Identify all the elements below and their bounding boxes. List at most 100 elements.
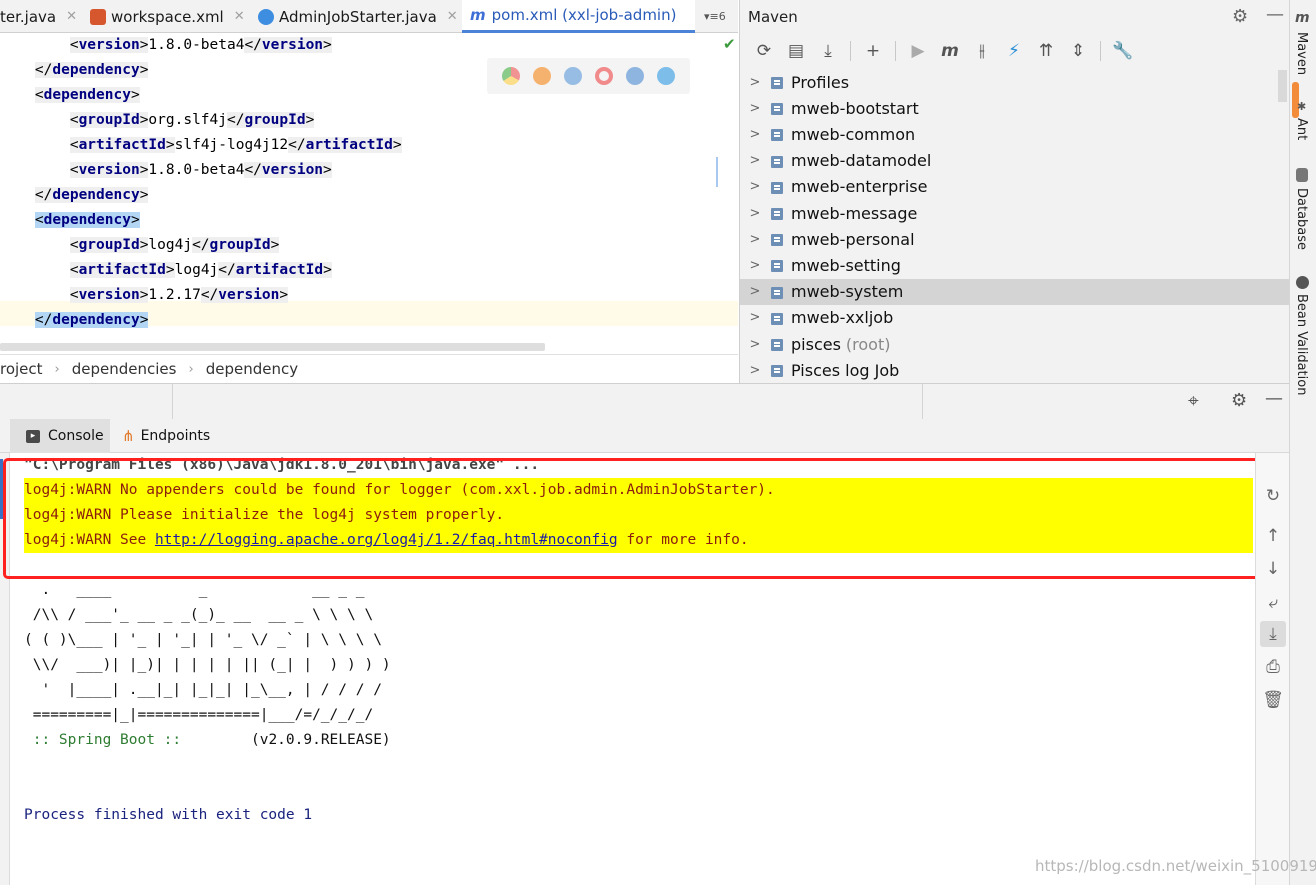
- maven-tree-label: mweb-system: [791, 282, 904, 302]
- download-icon[interactable]: ⤓: [814, 37, 842, 65]
- maven-module-icon: [770, 336, 786, 352]
- tab-starter-java[interactable]: ter.java ✕: [0, 0, 82, 33]
- minimize-icon[interactable]: —: [1266, 4, 1284, 25]
- maven-tree-item[interactable]: > mweb-system: [740, 278, 1290, 305]
- firefox-icon[interactable]: [532, 67, 551, 85]
- breadcrumb-item[interactable]: roject: [0, 360, 43, 378]
- close-icon[interactable]: ✕: [447, 9, 458, 24]
- maven-tree-item[interactable]: > Pisces log Job: [740, 357, 1290, 383]
- tab-endpoints[interactable]: ⋔ Endpoints: [114, 419, 224, 453]
- maven-tree-item[interactable]: > Profiles: [740, 69, 1290, 95]
- chevron-right-icon[interactable]: >: [740, 101, 770, 116]
- close-icon[interactable]: ✕: [66, 9, 77, 24]
- scroll-marker: [716, 157, 718, 187]
- code-line: <version>1.8.0-beta4</version>: [69, 37, 332, 53]
- chevron-right-icon[interactable]: >: [740, 284, 770, 299]
- chevron-right-icon[interactable]: >: [740, 127, 770, 142]
- banner-line: =========|_|==============|___/=/_/_/_/: [24, 707, 374, 723]
- chevron-right-icon[interactable]: >: [740, 179, 770, 194]
- strip-bean-validation[interactable]: Bean Validation: [1294, 294, 1309, 395]
- breadcrumb-item[interactable]: dependency: [206, 360, 298, 378]
- maven-tree-item[interactable]: > mweb-datamodel: [740, 148, 1290, 174]
- strip-maven[interactable]: Maven: [1294, 32, 1309, 75]
- horizontal-scrollbar[interactable]: [0, 343, 545, 351]
- maven-tree-item[interactable]: > mweb-xxljob: [740, 305, 1290, 331]
- reload-icon[interactable]: ⟳: [750, 37, 778, 65]
- chevron-right-icon[interactable]: >: [740, 75, 770, 90]
- toolbar-divider: [1100, 40, 1101, 61]
- collapse-all-icon[interactable]: ⇕: [1064, 37, 1092, 65]
- minimize-icon[interactable]: —: [1265, 388, 1283, 409]
- maven-tree-item[interactable]: > mweb-message: [740, 200, 1290, 226]
- breadcrumb-item[interactable]: dependencies: [72, 360, 177, 378]
- safari-icon[interactable]: [563, 67, 582, 85]
- chevron-right-icon[interactable]: >: [740, 310, 770, 325]
- toggle-offline-icon[interactable]: ⫲: [968, 37, 996, 65]
- soft-wrap-icon[interactable]: ⤶: [1260, 590, 1286, 616]
- rerun-icon[interactable]: ↻: [1260, 483, 1286, 509]
- close-icon[interactable]: ✕: [234, 9, 245, 24]
- tree-scrollbar[interactable]: [1278, 70, 1287, 102]
- chevron-right-icon[interactable]: >: [740, 337, 770, 352]
- tab-overflow-button[interactable]: ▾≡ 6: [704, 0, 738, 33]
- maven-tree-item[interactable]: > mweb-common: [740, 121, 1290, 147]
- maven-tree-item[interactable]: > mweb-personal: [740, 226, 1290, 252]
- maven-tree-label: Pisces log Job: [791, 360, 900, 380]
- show-dependencies-icon[interactable]: ⇈: [1032, 37, 1060, 65]
- maven-module-icon: [770, 179, 786, 195]
- trash-icon[interactable]: 🗑: [1260, 687, 1286, 713]
- down-arrow-icon[interactable]: ↓: [1260, 556, 1286, 582]
- tab-console[interactable]: ▸ Console: [10, 419, 110, 453]
- maven-module-icon: [770, 284, 786, 300]
- strip-database[interactable]: Database: [1294, 188, 1309, 250]
- banner-line: ( ( )\___ | '_ | '_| | '_ \/ _` | \ \ \ …: [24, 632, 382, 648]
- ie-icon[interactable]: [626, 67, 645, 85]
- header-divider: [922, 384, 923, 419]
- edge-icon[interactable]: [657, 67, 676, 85]
- maven-module-icon: [770, 126, 786, 142]
- chevron-right-icon[interactable]: >: [740, 258, 770, 273]
- maven-tree-label: Profiles: [791, 72, 850, 92]
- chevron-right-icon[interactable]: >: [740, 153, 770, 168]
- chevron-right-icon[interactable]: >: [740, 206, 770, 221]
- execute-goal-icon[interactable]: m: [936, 37, 964, 65]
- maven-tree-item[interactable]: > mweb-setting: [740, 252, 1290, 278]
- maven-tree-label: mweb-datamodel: [791, 151, 932, 171]
- chrome-icon[interactable]: [501, 67, 520, 85]
- tab-workspace-xml[interactable]: workspace.xml ✕: [90, 0, 250, 33]
- wrench-icon[interactable]: 🔧: [1109, 37, 1137, 65]
- maven-tree-label: mweb-bootstart: [791, 98, 919, 118]
- crosshair-icon[interactable]: ⌖: [1188, 390, 1199, 412]
- toolbar-divider: [895, 40, 896, 61]
- gear-icon[interactable]: ⚙: [1232, 6, 1248, 27]
- print-icon[interactable]: ⎙: [1260, 654, 1286, 680]
- editor-tab-bar: ter.java ✕ workspace.xml ✕ AdminJobStarter…: [0, 0, 738, 33]
- tab-adminjobstarter-java[interactable]: AdminJobStarter.java ✕: [258, 0, 458, 33]
- maven-tree-item[interactable]: > mweb-enterprise: [740, 174, 1290, 200]
- strip-ant[interactable]: Ant: [1294, 118, 1309, 140]
- generate-sources-icon[interactable]: ▤: [782, 37, 810, 65]
- maven-tree-label: pisces: [791, 334, 841, 354]
- maven-tree-label: mweb-xxljob: [791, 308, 894, 328]
- code-line: </dependency>: [34, 62, 149, 78]
- gear-icon[interactable]: ⚙: [1231, 390, 1247, 411]
- skip-tests-icon[interactable]: ⚡: [1000, 37, 1028, 65]
- maven-tree-label: mweb-setting: [791, 255, 901, 275]
- opera-icon[interactable]: [595, 67, 614, 85]
- run-window-header: ⌖ ⚙ —: [0, 383, 1289, 419]
- maven-tree-item[interactable]: > mweb-bootstart: [740, 95, 1290, 121]
- code-line: <dependency>: [34, 212, 140, 228]
- tab-pom-xml[interactable]: m pom.xml (xxl-job-admin): [462, 0, 695, 33]
- banner-line: \\/ ___)| |_)| | | | | || (_| | ) ) ) ): [24, 657, 391, 673]
- chevron-right-icon: ›: [54, 361, 60, 377]
- maven-tree-item[interactable]: > pisces (root): [740, 331, 1290, 357]
- maven-module-icon: [770, 231, 786, 247]
- add-icon[interactable]: +: [859, 37, 887, 65]
- code-line: <groupId>log4j</groupId>: [69, 237, 280, 253]
- run-icon[interactable]: ▶: [904, 37, 932, 65]
- code-line: <artifactId>log4j</artifactId>: [69, 262, 332, 278]
- chevron-right-icon[interactable]: >: [740, 363, 770, 378]
- chevron-right-icon[interactable]: >: [740, 232, 770, 247]
- scroll-to-end-icon[interactable]: ⤓: [1260, 621, 1286, 647]
- up-arrow-icon[interactable]: ↑: [1260, 523, 1286, 549]
